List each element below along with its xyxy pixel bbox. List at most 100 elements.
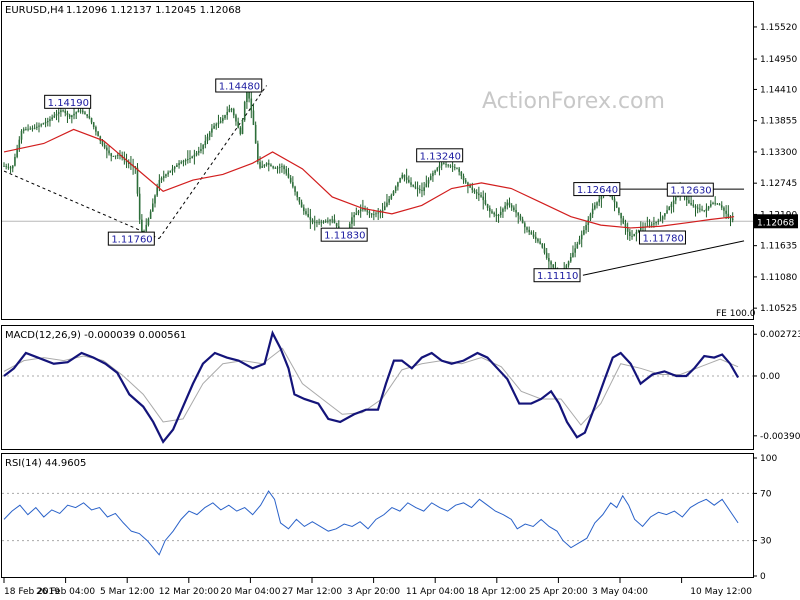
candle-body xyxy=(145,224,148,231)
candle-body xyxy=(703,210,706,212)
y-tick-label: 0 xyxy=(760,572,766,582)
candle-body xyxy=(478,193,480,196)
candle-body xyxy=(294,186,296,192)
candle-body xyxy=(189,158,191,160)
candle-body xyxy=(596,202,598,206)
y-tick-label: 1.12190 xyxy=(760,210,797,220)
candle-body xyxy=(36,126,38,128)
candle-body xyxy=(11,165,14,169)
candle-body xyxy=(493,212,495,215)
candle-body xyxy=(226,111,229,116)
candle-body xyxy=(707,206,710,209)
candle-body xyxy=(530,232,533,235)
candle-body xyxy=(167,172,169,175)
price-annotation: 1.13240 xyxy=(416,148,464,163)
candle-body xyxy=(263,164,266,167)
y-tick-label: 0.00 xyxy=(760,372,780,382)
candle-body xyxy=(399,177,401,183)
candle-body xyxy=(390,195,393,199)
candle-body xyxy=(574,248,576,253)
candle-body xyxy=(438,165,441,169)
candle-body xyxy=(373,214,375,216)
candle-body xyxy=(635,231,638,235)
candle-body xyxy=(206,136,209,141)
candle-body xyxy=(219,121,222,123)
candle-body xyxy=(572,252,574,258)
candle-body xyxy=(40,124,43,126)
candle-body xyxy=(152,203,154,212)
candle-body xyxy=(692,204,695,207)
candle-body xyxy=(720,205,723,208)
chart-canvas: ActionForex.com 1.12068 1.141901.144801.… xyxy=(1,1,800,597)
candle-body xyxy=(309,216,312,220)
candle-body xyxy=(31,128,34,130)
candle-body xyxy=(727,213,730,217)
candle-body xyxy=(672,200,675,204)
candle-body xyxy=(696,207,699,209)
candle-body xyxy=(66,112,69,116)
candle-body xyxy=(537,239,539,242)
price-annotation: 1.12640 xyxy=(573,182,621,197)
candle-body xyxy=(434,170,436,174)
candle-body xyxy=(670,203,673,208)
candle-body xyxy=(386,202,388,207)
candle-body xyxy=(232,109,235,116)
y-tick-label: 100 xyxy=(760,454,777,464)
candle-body xyxy=(447,164,450,166)
candle-body xyxy=(666,210,668,214)
candle-body xyxy=(208,132,211,137)
candle-body xyxy=(416,187,419,189)
candle-body xyxy=(313,222,316,224)
candle-body xyxy=(160,178,163,180)
candle-body xyxy=(211,128,213,133)
candle-body xyxy=(289,177,292,183)
candle-body xyxy=(495,214,498,216)
annotation-text: 1.11780 xyxy=(642,233,683,244)
candle-body xyxy=(519,215,522,220)
candle-body xyxy=(180,162,183,164)
candle-body xyxy=(718,204,721,206)
candle-body xyxy=(75,112,78,114)
candle-body xyxy=(22,129,25,131)
candle-body xyxy=(412,184,415,187)
candle-body xyxy=(357,211,360,214)
candle-body xyxy=(261,166,264,168)
price-annotation: 1.11780 xyxy=(638,230,686,245)
candle-body xyxy=(103,144,106,148)
candle-body xyxy=(335,222,338,227)
candle-body xyxy=(252,110,255,125)
candle-body xyxy=(302,207,305,212)
candle-body xyxy=(116,155,119,156)
candle-body xyxy=(690,203,692,205)
candle-body xyxy=(44,122,47,124)
y-tick-label: 30 xyxy=(760,537,772,547)
candle-body xyxy=(283,166,285,170)
candle-body xyxy=(53,115,56,118)
price-annotation: 1.14190 xyxy=(44,94,92,109)
candle-body xyxy=(580,234,583,240)
candle-body xyxy=(629,231,631,236)
candle-body xyxy=(331,219,334,221)
candle-body xyxy=(567,261,570,266)
candle-body xyxy=(173,166,176,169)
candle-body xyxy=(699,208,701,210)
candle-body xyxy=(622,218,625,224)
candle-body xyxy=(440,163,443,166)
candle-body xyxy=(674,197,677,201)
candle-body xyxy=(77,110,80,113)
candle-body xyxy=(655,221,657,224)
candle-body xyxy=(510,205,513,208)
y-tick-label: 1.15520 xyxy=(760,23,797,33)
candle-body xyxy=(414,186,417,188)
candle-body xyxy=(27,128,29,130)
y-tick-label: 70 xyxy=(760,489,772,499)
candle-body xyxy=(195,152,198,155)
candle-body xyxy=(112,156,115,157)
candle-body xyxy=(504,205,506,209)
candle-body xyxy=(731,218,734,221)
candle-body xyxy=(351,217,353,224)
candle-body xyxy=(95,127,97,132)
x-tick-label: 26 Feb 04:00 xyxy=(36,587,95,597)
candle-body xyxy=(285,169,288,174)
candle-body xyxy=(513,207,515,211)
